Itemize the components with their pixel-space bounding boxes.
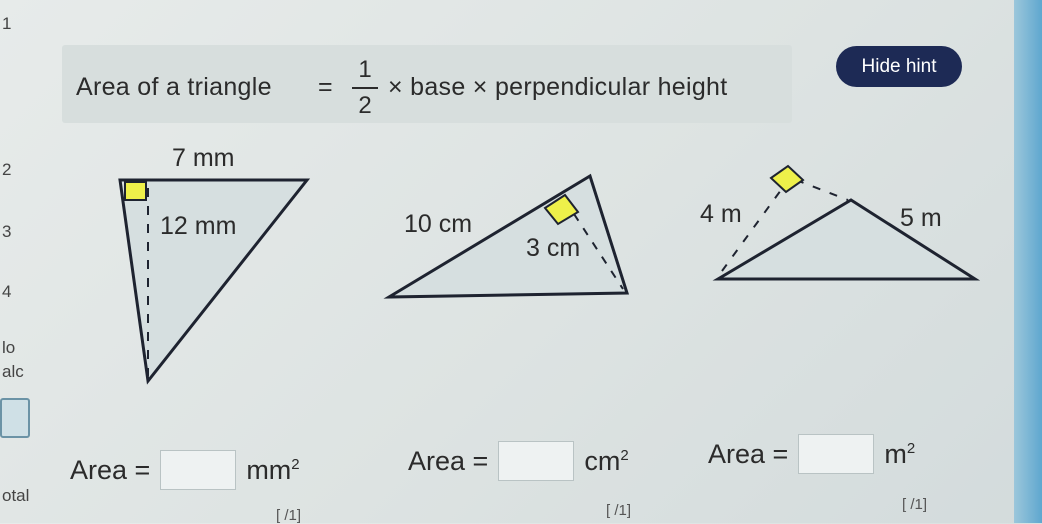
figure-1-height-label: 12 mm	[160, 212, 236, 240]
figure-3-side-label: 5 m	[900, 204, 942, 232]
mark-1: [ /1]	[276, 507, 302, 524]
unit-label: mm2	[246, 454, 300, 485]
triangle-1: 7 mm 12 mm	[118, 144, 311, 385]
figure-2-height-label: 3 cm	[526, 234, 580, 262]
figure-1-base-label: 7 mm	[172, 144, 235, 172]
figure-2-side-label: 10 cm	[404, 210, 472, 238]
mark-2: [ /1]	[606, 502, 632, 519]
unit-label: cm2	[584, 445, 629, 476]
figure-3-height-label: 4 m	[700, 200, 742, 228]
answer-input-3[interactable]	[798, 434, 875, 474]
right-angle-marker	[124, 181, 147, 201]
extension-line	[795, 179, 849, 201]
answer-row-1: Area = mm2	[70, 450, 300, 490]
area-label: Area =	[408, 445, 489, 476]
triangle-3: 4 m 5 m	[700, 164, 981, 281]
area-label: Area =	[70, 454, 151, 485]
right-angle-marker	[769, 164, 805, 194]
mark-3: [ /1]	[902, 496, 928, 513]
unit-label: m2	[884, 438, 916, 469]
area-label: Area =	[708, 438, 789, 469]
answer-input-2[interactable]	[498, 441, 575, 481]
answer-row-2: Area = cm2	[408, 441, 629, 481]
triangle-2: 10 cm 3 cm	[383, 173, 630, 299]
answer-input-1[interactable]	[160, 450, 237, 490]
answer-row-3: Area = m2	[708, 434, 915, 474]
